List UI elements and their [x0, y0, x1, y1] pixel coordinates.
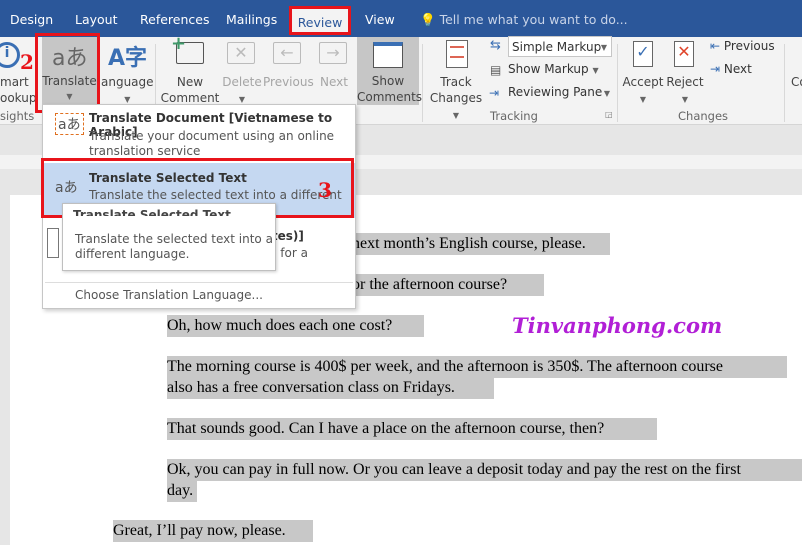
insights-group-label: sights [0, 109, 35, 123]
display-for-review-icon: ⇆ [490, 38, 501, 53]
annotation-2: 2 [20, 50, 34, 74]
accept-icon: ✓ [633, 41, 653, 67]
translate-document-icon: aあ [55, 113, 84, 135]
watermark: Tinvanphong.com [512, 313, 723, 338]
mini-translator-icon [47, 228, 59, 258]
text-line[interactable]: That sounds good. Can I have a place on … [167, 418, 657, 440]
compare-button[interactable]: Co [791, 74, 802, 90]
track-changes-button[interactable]: Track Changes ▼ [428, 74, 484, 124]
reject-button[interactable]: Reject ▼ [666, 74, 704, 108]
tooltip: Translate Selected Text Translate the se… [62, 203, 276, 271]
next-comment-icon: → [319, 42, 347, 64]
menu-item-translate-document[interactable]: aあ Translate Document [Vietnamese to Ara… [43, 109, 355, 163]
reviewing-pane-icon: ⇥ [489, 86, 500, 100]
next-comment-button[interactable]: Next [320, 74, 348, 90]
tell-me-search[interactable]: 💡 Tell me what you want to do... [420, 12, 628, 28]
language-icon: A字 [108, 46, 148, 71]
new-comment-icon: + [171, 33, 204, 64]
next-change-button[interactable]: ⇥ Next [710, 62, 752, 76]
text-line[interactable]: n next month’s English course, please. [340, 233, 610, 255]
dialog-launcher-icon[interactable]: ◲ [605, 110, 613, 119]
previous-comment-icon: ← [273, 42, 301, 64]
text-line[interactable]: Great, I’ll pay now, please. [113, 520, 313, 542]
show-comments-button[interactable]: Show Comments [357, 37, 422, 105]
text-line[interactable]: day. [167, 480, 197, 502]
previous-change-icon: ⇤ [710, 39, 721, 53]
track-changes-icon [446, 40, 468, 68]
tab-layout[interactable]: Layout [75, 12, 118, 27]
next-change-icon: ⇥ [710, 62, 721, 76]
menu-separator [45, 282, 353, 283]
previous-change-button[interactable]: ⇤ Previous [710, 39, 775, 53]
ribbon-tab-bar: Design Layout References Mailings View 💡… [0, 0, 802, 37]
text-line[interactable]: g or the afternoon course? [340, 274, 544, 296]
show-comments-icon [373, 42, 403, 68]
accept-button[interactable]: Accept ▼ [622, 74, 664, 108]
menu-item-choose-language[interactable]: Choose Translation Language... [75, 288, 263, 303]
tab-mailings[interactable]: Mailings [226, 12, 277, 27]
new-comment-button[interactable]: New Comment [160, 74, 220, 106]
tracking-group-label: Tracking [490, 109, 538, 123]
language-button[interactable]: anguage ▼ [101, 74, 154, 108]
tab-view[interactable]: View [365, 12, 395, 27]
changes-group-label: Changes [678, 109, 729, 123]
text-line[interactable]: also has a free conversation class on Fr… [167, 377, 494, 399]
tab-references[interactable]: References [140, 12, 209, 27]
text-line[interactable]: Ok, you can pay in full now. Or you can … [167, 459, 802, 481]
show-markup-button[interactable]: Show Markup ▼ [508, 62, 599, 76]
highlight-box-translate [35, 33, 100, 113]
text-line[interactable]: The morning course is 400$ per week, and… [167, 356, 787, 378]
lightbulb-icon: 💡 [420, 12, 436, 27]
reject-icon: ✕ [674, 41, 694, 67]
show-markup-icon: ▤ [490, 63, 502, 77]
text-line[interactable]: Oh, how much does each one cost? [167, 315, 424, 337]
delete-comment-button[interactable]: Delete ▼ [222, 74, 262, 108]
smart-lookup-button[interactable]: mart ookup [0, 74, 37, 106]
delete-comment-icon: ✕ [227, 42, 255, 64]
tab-review[interactable]: Review [289, 6, 351, 35]
reviewing-pane-button[interactable]: Reviewing Pane ▼ [508, 85, 610, 99]
annotation-3: 3 [318, 178, 332, 202]
display-for-review-select[interactable]: Simple Markup ▼ [508, 36, 612, 57]
previous-comment-button[interactable]: Previous [263, 74, 314, 90]
tab-design[interactable]: Design [10, 12, 53, 27]
